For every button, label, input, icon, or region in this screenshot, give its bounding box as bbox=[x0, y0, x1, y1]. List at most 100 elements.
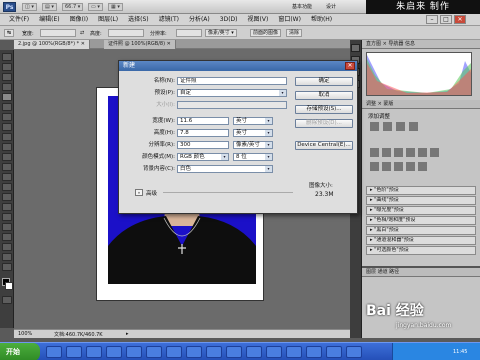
histogram-panel-tabs[interactable]: 直方图 × 导航器 信息 bbox=[362, 40, 480, 49]
selective-color-icon[interactable] bbox=[418, 162, 427, 171]
arrange-docs-button[interactable]: ▭ ▾ bbox=[88, 3, 103, 11]
color-balance-icon[interactable] bbox=[394, 148, 403, 157]
channel-mixer-icon[interactable] bbox=[430, 148, 439, 157]
crop-tool-preset-icon[interactable]: ↹ bbox=[4, 29, 15, 37]
bit-depth-select[interactable]: 8 位 ▾ bbox=[233, 153, 273, 161]
mini-bridge-button[interactable]: ▤ ▾ bbox=[42, 3, 57, 11]
screen-mode-button[interactable]: ▦ ▾ bbox=[108, 3, 123, 11]
width-input[interactable]: 11.6 bbox=[177, 117, 229, 125]
taskbar-app-16[interactable] bbox=[346, 346, 362, 358]
zoom-readout[interactable]: 100% bbox=[18, 331, 32, 337]
crop-tool-icon[interactable] bbox=[2, 93, 12, 101]
doc-tab-id-photo[interactable]: 证件照 @ 100%(RGB/8) ✕ bbox=[104, 40, 176, 49]
workspace-essentials[interactable]: 基本功能 bbox=[292, 3, 312, 10]
background-contents-select[interactable]: 白色 ▾ bbox=[177, 165, 273, 173]
height-input[interactable]: 7.8 bbox=[177, 129, 229, 137]
resolution-option-input[interactable] bbox=[176, 29, 202, 37]
taskbar-app-4[interactable] bbox=[106, 346, 122, 358]
taskbar-app-6[interactable] bbox=[146, 346, 162, 358]
swap-icon[interactable]: ⇄ bbox=[80, 30, 84, 36]
pen-tool-icon[interactable] bbox=[2, 193, 12, 201]
lasso-tool-icon[interactable] bbox=[2, 73, 12, 81]
curves-icon[interactable] bbox=[396, 122, 405, 131]
color-mode-select[interactable]: RGB 颜色 ▾ bbox=[177, 153, 229, 161]
menu-edit[interactable]: 编辑(E) bbox=[34, 14, 64, 26]
quick-select-tool-icon[interactable] bbox=[2, 83, 12, 91]
menu-image[interactable]: 图像(I) bbox=[65, 14, 93, 26]
resolution-input[interactable]: 300 bbox=[177, 141, 229, 149]
levels-icon[interactable] bbox=[383, 122, 392, 131]
healing-brush-tool-icon[interactable] bbox=[2, 113, 12, 121]
resolution-unit-select[interactable]: 像素/英寸 ▾ bbox=[205, 29, 237, 37]
taskbar-app-15[interactable] bbox=[326, 346, 342, 358]
taskbar-app-13[interactable] bbox=[286, 346, 302, 358]
maximize-button[interactable]: □ bbox=[440, 15, 452, 24]
move-tool-icon[interactable] bbox=[2, 53, 12, 61]
preset-exposure[interactable]: ▸ "曝光度"预设 bbox=[366, 206, 476, 215]
type-tool-icon[interactable] bbox=[2, 203, 12, 211]
resolution-unit-select[interactable]: 像素/英寸 ▾ bbox=[233, 141, 273, 149]
zoom-level-select[interactable]: 66.7 ▾ bbox=[62, 3, 84, 11]
workspace-design[interactable]: 设计 bbox=[326, 3, 336, 10]
status-menu-arrow-icon[interactable]: ▸ bbox=[126, 331, 129, 337]
save-preset-button[interactable]: 存储预设(S)... bbox=[295, 105, 353, 114]
width-option-input[interactable] bbox=[40, 29, 76, 37]
preset-levels[interactable]: ▸ "色阶"预设 bbox=[366, 186, 476, 195]
background-color-swatch[interactable] bbox=[5, 282, 13, 290]
invert-icon[interactable] bbox=[370, 162, 379, 171]
preset-channel-mixer[interactable]: ▸ "通道混和器"预设 bbox=[366, 236, 476, 245]
device-central-button[interactable]: Device Central(E)... bbox=[295, 141, 353, 150]
menu-window[interactable]: 窗口(W) bbox=[273, 14, 306, 26]
doc-tab-2jpg[interactable]: 2.jpg @ 100%(RGB/8*) * ✕ bbox=[14, 40, 90, 49]
3d-camera-tool-icon[interactable] bbox=[2, 243, 12, 251]
preset-selective-color[interactable]: ▸ "可选颜色"预设 bbox=[366, 246, 476, 255]
marquee-tool-icon[interactable] bbox=[2, 63, 12, 71]
preset-curves[interactable]: ▸ "曲线"预设 bbox=[366, 196, 476, 205]
menu-view[interactable]: 视图(V) bbox=[243, 14, 274, 26]
vibrance-icon[interactable] bbox=[370, 148, 379, 157]
menu-file[interactable]: 文件(F) bbox=[4, 14, 34, 26]
cancel-button[interactable]: 取消 bbox=[295, 91, 353, 100]
taskbar-app-2[interactable] bbox=[66, 346, 82, 358]
taskbar-app-10[interactable] bbox=[226, 346, 242, 358]
eraser-tool-icon[interactable] bbox=[2, 153, 12, 161]
taskbar-app-3[interactable] bbox=[86, 346, 102, 358]
path-select-tool-icon[interactable] bbox=[2, 213, 12, 221]
adjustments-panel-tabs[interactable]: 调整 × 蒙版 bbox=[362, 100, 480, 109]
gradient-tool-icon[interactable] bbox=[2, 163, 12, 171]
name-input[interactable]: 证件照 bbox=[177, 77, 287, 85]
brightness-icon[interactable] bbox=[370, 122, 379, 131]
taskbar-app-12[interactable] bbox=[266, 346, 282, 358]
eyedropper-tool-icon[interactable] bbox=[2, 103, 12, 111]
front-image-button[interactable]: 前面的图像 bbox=[250, 29, 282, 37]
shape-tool-icon[interactable] bbox=[2, 223, 12, 231]
taskbar-app-9[interactable] bbox=[206, 346, 222, 358]
ok-button[interactable]: 确定 bbox=[295, 77, 353, 86]
taskbar-app-11[interactable] bbox=[246, 346, 262, 358]
clone-stamp-tool-icon[interactable] bbox=[2, 133, 12, 141]
advanced-toggle-icon[interactable]: » bbox=[135, 189, 143, 196]
panel-icon-1[interactable] bbox=[351, 44, 360, 52]
clock[interactable]: 11:45 bbox=[453, 343, 467, 360]
preset-hue-saturation[interactable]: ▸ "色相/饱和度"预设 bbox=[366, 216, 476, 225]
preset-select[interactable]: 自定 ▾ bbox=[177, 89, 287, 97]
bridge-button[interactable]: ◫ ▾ bbox=[22, 3, 37, 11]
close-app-button[interactable]: ✕ bbox=[454, 15, 466, 24]
start-button[interactable]: 开始 bbox=[0, 343, 40, 360]
clear-button[interactable]: 清除 bbox=[286, 29, 303, 37]
photo-filter-icon[interactable] bbox=[418, 148, 427, 157]
dialog-close-button[interactable]: ✕ bbox=[345, 62, 355, 70]
height-option-input[interactable] bbox=[108, 29, 144, 37]
menu-select[interactable]: 选择(S) bbox=[123, 14, 154, 26]
layers-panel-tabs[interactable]: 图层 通道 路径 bbox=[362, 268, 480, 277]
taskbar-app-1[interactable] bbox=[46, 346, 62, 358]
3d-rotate-tool-icon[interactable] bbox=[2, 233, 12, 241]
preset-black-white[interactable]: ▸ "黑白"预设 bbox=[366, 226, 476, 235]
delete-preset-button[interactable]: 删除预设(D)... bbox=[295, 119, 353, 128]
menu-help[interactable]: 帮助(H) bbox=[306, 14, 337, 26]
menu-layer[interactable]: 图层(L) bbox=[93, 14, 123, 26]
taskbar-app-7[interactable] bbox=[166, 346, 182, 358]
menu-3d[interactable]: 3D(D) bbox=[215, 14, 243, 26]
history-brush-tool-icon[interactable] bbox=[2, 143, 12, 151]
height-unit-select[interactable]: 英寸 ▾ bbox=[233, 129, 273, 137]
